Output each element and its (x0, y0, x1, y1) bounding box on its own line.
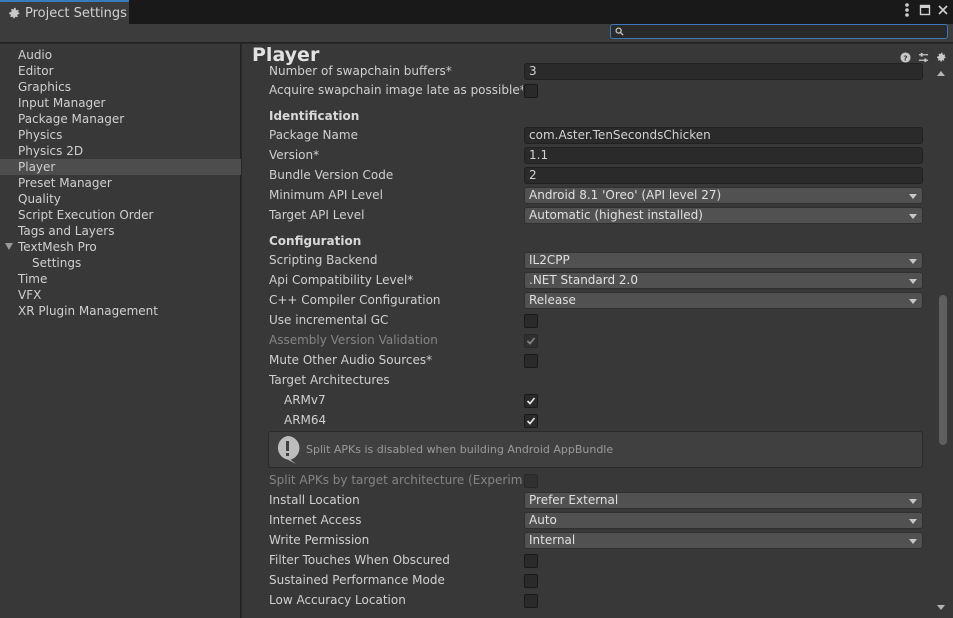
internet-access-row: Internet Access Auto (269, 511, 923, 531)
search-input[interactable] (627, 25, 945, 38)
sidebar-item-vfx[interactable]: VFX (0, 287, 241, 303)
assembly-validation-checkbox (524, 334, 538, 348)
search-box[interactable] (610, 24, 948, 39)
gear-icon (9, 7, 20, 18)
chevron-down-icon (909, 194, 917, 199)
acquire-late-checkbox[interactable] (524, 84, 538, 98)
sidebar-item-textmesh-pro[interactable]: TextMesh Pro (0, 239, 241, 255)
api-compat-dropdown[interactable]: .NET Standard 2.0 (524, 272, 923, 289)
chevron-down-icon (909, 519, 917, 524)
chevron-down-icon (909, 279, 917, 284)
sidebar-item-package-manager[interactable]: Package Manager (0, 111, 241, 127)
chevron-down-icon (909, 214, 917, 219)
cpp-config-row: C++ Compiler Configuration Release (269, 291, 923, 311)
package-name-row: Package Name com.Aster.TenSecondsChicken (269, 126, 923, 146)
bundle-code-row: Bundle Version Code 2 (269, 166, 923, 186)
scripting-backend-dropdown[interactable]: IL2CPP (524, 252, 923, 269)
search-icon (615, 27, 624, 36)
sidebar-item-graphics[interactable]: Graphics (0, 79, 241, 95)
arm64-row: ARM64 (269, 411, 923, 431)
target-api-dropdown[interactable]: Automatic (highest installed) (524, 207, 923, 224)
install-location-dropdown[interactable]: Prefer External (524, 492, 923, 509)
scrollbar-thumb[interactable] (939, 295, 947, 445)
settings-sidebar: Audio Editor Graphics Input Manager Pack… (0, 44, 241, 618)
mute-audio-row: Mute Other Audio Sources* (269, 351, 923, 371)
sidebar-item-preset-manager[interactable]: Preset Manager (0, 175, 241, 191)
sidebar-item-label: TextMesh Pro (18, 240, 97, 254)
sustained-perf-row: Sustained Performance Mode (269, 571, 923, 591)
low-accuracy-row: Low Accuracy Location (269, 591, 923, 611)
sidebar-item-player[interactable]: Player (0, 159, 241, 175)
arm64-checkbox[interactable] (524, 414, 538, 428)
sidebar-item-tags-and-layers[interactable]: Tags and Layers (0, 223, 241, 239)
api-compat-row: Api Compatibility Level* .NET Standard 2… (269, 271, 923, 291)
sustained-perf-checkbox[interactable] (524, 574, 538, 588)
version-field[interactable]: 1.1 (524, 147, 923, 164)
target-api-row: Target API Level Automatic (highest inst… (269, 206, 923, 226)
chevron-down-icon (909, 499, 917, 504)
scroll-up-arrow-icon[interactable] (937, 71, 945, 76)
filter-touches-row: Filter Touches When Obscured (269, 551, 923, 571)
write-permission-dropdown[interactable]: Internal (524, 532, 923, 549)
expand-arrow-icon[interactable] (5, 243, 13, 250)
maximize-icon[interactable] (919, 3, 931, 17)
scroll-down-arrow-icon[interactable] (937, 605, 945, 610)
section-configuration: Configuration (269, 234, 362, 248)
sidebar-item-script-execution-order[interactable]: Script Execution Order (0, 207, 241, 223)
vertical-scrollbar[interactable] (932, 65, 953, 618)
sidebar-item-time[interactable]: Time (0, 271, 241, 287)
title-bar: Project Settings (0, 0, 953, 24)
swapchain-buffers-field[interactable]: 3 (524, 63, 923, 80)
sidebar-item-physics-2d[interactable]: Physics 2D (0, 143, 241, 159)
version-row: Version* 1.1 (269, 146, 923, 166)
min-api-row: Minimum API Level Android 8.1 'Oreo' (AP… (269, 186, 923, 206)
split-apks-row: Split APKs by target architecture (Exper… (269, 471, 923, 491)
target-arch-row: Target Architectures (269, 373, 390, 387)
low-accuracy-checkbox[interactable] (524, 594, 538, 608)
help-message: Split APKs is disabled when building And… (306, 443, 614, 456)
section-identification: Identification (269, 109, 360, 123)
bundle-code-field[interactable]: 2 (524, 167, 923, 184)
sidebar-item-physics[interactable]: Physics (0, 127, 241, 143)
filter-touches-checkbox[interactable] (524, 554, 538, 568)
internet-access-dropdown[interactable]: Auto (524, 512, 923, 529)
close-icon[interactable] (937, 3, 949, 17)
more-options-icon[interactable] (901, 3, 913, 17)
incremental-gc-checkbox[interactable] (524, 314, 538, 328)
incremental-gc-row: Use incremental GC (269, 311, 923, 331)
player-settings-panel: Player ? Number of swapchain buffers* 3 … (242, 44, 953, 618)
armv7-checkbox[interactable] (524, 394, 538, 408)
window-controls (901, 3, 949, 17)
install-location-row: Install Location Prefer External (269, 491, 923, 511)
split-apk-help-box: Split APKs is disabled when building And… (268, 431, 923, 468)
mute-audio-checkbox[interactable] (524, 354, 538, 368)
sidebar-item-textmesh-settings[interactable]: Settings (0, 255, 241, 271)
assembly-validation-row: Assembly Version Validation (269, 331, 923, 351)
window-title: Project Settings (25, 5, 127, 21)
cpp-config-dropdown[interactable]: Release (524, 292, 923, 309)
chevron-down-icon (909, 259, 917, 264)
min-api-dropdown[interactable]: Android 8.1 'Oreo' (API level 27) (524, 187, 923, 204)
armv7-row: ARMv7 (269, 391, 923, 411)
chevron-down-icon (909, 539, 917, 544)
sidebar-item-quality[interactable]: Quality (0, 191, 241, 207)
split-apks-checkbox (524, 474, 538, 488)
package-name-field[interactable]: com.Aster.TenSecondsChicken (524, 127, 923, 144)
window-tab[interactable]: Project Settings (0, 0, 129, 24)
settings-gear-icon[interactable] (936, 52, 947, 63)
sidebar-item-input-manager[interactable]: Input Manager (0, 95, 241, 111)
chevron-down-icon (909, 299, 917, 304)
swapchain-buffers-row: Number of swapchain buffers* 3 (269, 61, 923, 81)
checkmark-icon (526, 417, 536, 425)
checkmark-icon (526, 337, 536, 345)
sidebar-item-audio[interactable]: Audio (0, 47, 241, 63)
scripting-backend-row: Scripting Backend IL2CPP (269, 251, 923, 271)
checkmark-icon (526, 397, 536, 405)
write-permission-row: Write Permission Internal (269, 531, 923, 551)
sidebar-item-editor[interactable]: Editor (0, 63, 241, 79)
sidebar-item-xr-plugin-management[interactable]: XR Plugin Management (0, 303, 241, 319)
acquire-late-row: Acquire swapchain image late as possible… (269, 81, 923, 101)
warning-bubble-icon (277, 436, 300, 464)
